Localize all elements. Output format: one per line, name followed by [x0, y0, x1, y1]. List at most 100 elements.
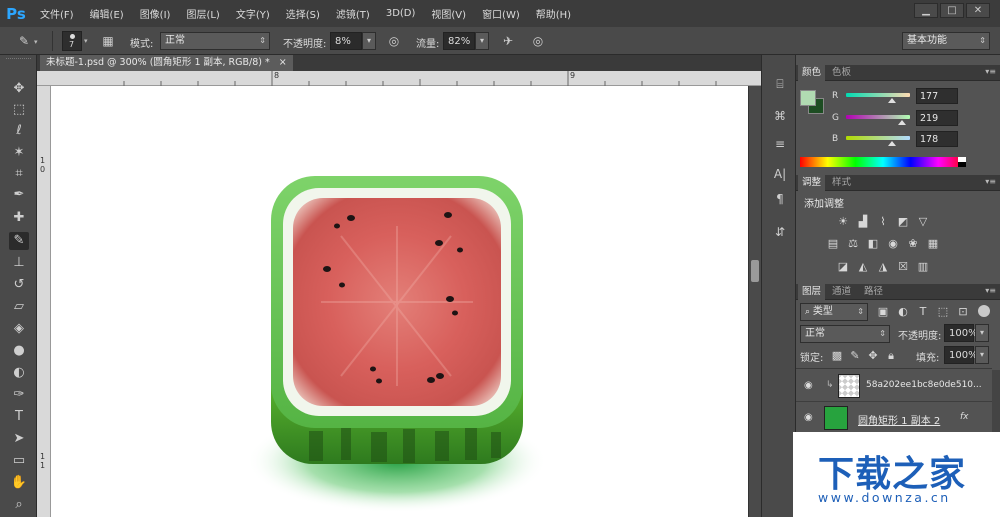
close-button[interactable]: ✕ [966, 3, 990, 18]
brush-tool-icon[interactable]: ✎ [9, 232, 29, 250]
panel-menu-icon[interactable]: ▾≡ [985, 67, 996, 76]
brush-panel-icon[interactable]: ⌘ [771, 107, 789, 125]
document-canvas[interactable] [51, 86, 748, 517]
panel-menu-icon[interactable]: ▾≡ [985, 177, 996, 186]
healing-brush-tool-icon[interactable]: ✚ [9, 209, 29, 227]
channel-b-slider[interactable] [846, 136, 910, 140]
menu-image[interactable]: 图像(I) [132, 6, 179, 21]
slider-thumb[interactable] [888, 141, 896, 146]
filter-toggle[interactable] [978, 305, 990, 317]
path-selection-tool-icon[interactable]: ➤ [9, 430, 29, 448]
color-lookup-icon[interactable]: ▦ [926, 238, 940, 250]
clone-stamp-tool-icon[interactable]: ⊥ [9, 254, 29, 272]
black-white-icon[interactable]: ◧ [866, 238, 880, 250]
opacity-dropdown-button[interactable]: ▾ [362, 32, 376, 50]
invert-icon[interactable]: ◪ [836, 261, 850, 273]
move-tool-icon[interactable]: ✥ [9, 80, 29, 98]
menu-file[interactable]: 文件(F) [32, 6, 82, 21]
color-spectrum-bar[interactable] [800, 157, 966, 167]
gradient-map-icon[interactable]: ▥ [916, 261, 930, 273]
channel-g-slider[interactable] [846, 115, 910, 119]
panel-menu-icon[interactable]: ▾≡ [985, 286, 996, 295]
levels-icon[interactable]: ▟ [856, 216, 870, 228]
history-panel-icon[interactable]: ⌸ [771, 75, 789, 93]
dodge-tool-icon[interactable]: ◐ [9, 364, 29, 382]
channel-r-input[interactable]: 177 [916, 88, 958, 104]
flow-input[interactable]: 82% [443, 32, 475, 50]
filter-shape-icon[interactable]: ⬚ [936, 306, 950, 318]
pressure-size-icon[interactable]: ◎ [530, 33, 546, 49]
eye-icon[interactable]: ◉ [804, 380, 813, 391]
menu-filter[interactable]: 滤镜(T) [328, 6, 378, 21]
channel-r-slider[interactable] [846, 93, 910, 97]
layer-opacity-dropdown[interactable]: ▾ [975, 324, 989, 342]
marquee-tool-icon[interactable]: ⬚ [9, 101, 29, 119]
character-panel-icon[interactable]: A| [771, 165, 789, 183]
airbrush-icon[interactable]: ✈ [500, 33, 516, 49]
color-balance-icon[interactable]: ⚖ [846, 238, 860, 250]
layer-opacity-input[interactable]: 100% [944, 324, 978, 342]
lasso-tool-icon[interactable]: ℓ [9, 122, 29, 140]
layer-filter-select[interactable]: ⌕ 类型 ⇕ [800, 303, 868, 321]
menu-type[interactable]: 文字(Y) [228, 6, 278, 21]
layers-scrollbar[interactable] [992, 370, 1000, 434]
fill-dropdown[interactable]: ▾ [975, 346, 989, 364]
brush-presets-icon[interactable]: ≡ [771, 135, 789, 153]
vertical-scrollbar[interactable] [748, 86, 761, 517]
menu-view[interactable]: 视图(V) [423, 6, 474, 21]
foreground-color-swatch[interactable] [800, 90, 816, 106]
mode-select[interactable]: 正常 ⇕ [160, 32, 270, 50]
filter-smart-object-icon[interactable]: ⊡ [956, 306, 970, 318]
blend-mode-select[interactable]: 正常 ⇕ [800, 325, 890, 343]
slider-thumb[interactable] [898, 120, 906, 125]
filter-pixel-icon[interactable]: ▣ [876, 306, 890, 318]
slider-thumb[interactable] [888, 98, 896, 103]
layer-row[interactable]: ◉ ↳ 58a202ee1bc8e0de510... [796, 370, 992, 402]
brush-size-picker[interactable]: 7 [62, 31, 82, 51]
menu-3d[interactable]: 3D(D) [378, 8, 424, 19]
filter-adjustment-icon[interactable]: ◐ [896, 306, 910, 318]
layer-comps-icon[interactable]: ⇵ [771, 223, 789, 241]
type-tool-icon[interactable]: T [9, 408, 29, 426]
zoom-tool-icon[interactable]: ⌕ [9, 496, 29, 514]
close-tab-button[interactable]: × [279, 57, 287, 68]
curves-icon[interactable]: ⌇ [876, 216, 890, 228]
lock-transparency-icon[interactable]: ▩ [830, 350, 844, 362]
flow-dropdown-button[interactable]: ▾ [475, 32, 489, 50]
tab-color[interactable]: 颜色 [798, 65, 826, 81]
menu-window[interactable]: 窗口(W) [474, 6, 528, 21]
document-tab[interactable]: 未标题-1.psd @ 300% (圆角矩形 1 副本, RGB/8) * × [40, 55, 293, 71]
paint-bucket-tool-icon[interactable]: ◈ [9, 320, 29, 338]
layer-name[interactable]: 58a202ee1bc8e0de510... [866, 380, 982, 390]
channel-mixer-icon[interactable]: ❀ [906, 238, 920, 250]
chevron-down-icon[interactable]: ▾ [34, 38, 38, 46]
channel-b-input[interactable]: 178 [916, 131, 958, 147]
tab-swatches[interactable]: 色板 [828, 65, 855, 81]
chevron-down-icon[interactable]: ▾ [84, 37, 88, 45]
brush-panel-toggle-icon[interactable]: ▦ [100, 33, 116, 49]
panel-grip[interactable] [6, 58, 31, 61]
eraser-tool-icon[interactable]: ▱ [9, 298, 29, 316]
workspace-select[interactable]: 基本功能 ⇕ [902, 32, 990, 50]
menu-help[interactable]: 帮助(H) [528, 6, 579, 21]
menu-edit[interactable]: 编辑(E) [82, 6, 132, 21]
paragraph-panel-icon[interactable]: ¶ [771, 190, 789, 208]
tab-styles[interactable]: 样式 [828, 175, 855, 191]
tab-channels[interactable]: 通道 [828, 284, 855, 300]
filter-type-icon[interactable]: T [916, 306, 930, 318]
selective-color-icon[interactable]: ☒ [896, 261, 910, 273]
lock-position-icon[interactable]: ✥ [866, 350, 880, 362]
eye-icon[interactable]: ◉ [804, 412, 813, 423]
layer-row[interactable]: ◉ 圆角矩形 1 副本 2 fx [796, 402, 992, 434]
blur-tool-icon[interactable]: ● [9, 342, 29, 360]
threshold-icon[interactable]: ◮ [876, 261, 890, 273]
pen-tool-icon[interactable]: ✑ [9, 386, 29, 404]
pressure-opacity-icon[interactable]: ◎ [386, 33, 402, 49]
lock-pixels-icon[interactable]: ✎ [848, 350, 862, 362]
magic-wand-tool-icon[interactable]: ✶ [9, 144, 29, 162]
photo-filter-icon[interactable]: ◉ [886, 238, 900, 250]
brightness-icon[interactable]: ☀ [836, 216, 850, 228]
tab-layers[interactable]: 图层 [798, 284, 826, 300]
minimize-button[interactable]: ▁ [914, 3, 938, 18]
menu-layer[interactable]: 图层(L) [178, 6, 227, 21]
